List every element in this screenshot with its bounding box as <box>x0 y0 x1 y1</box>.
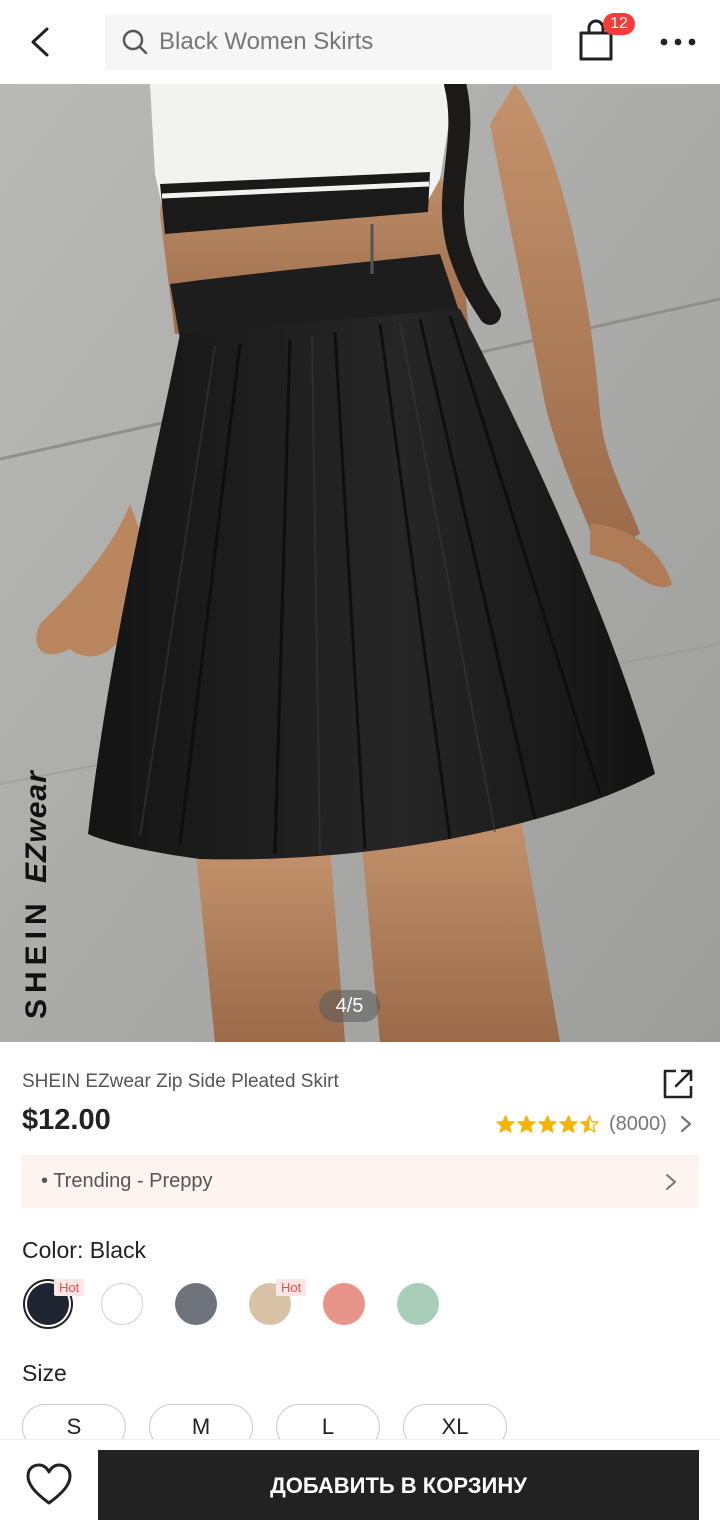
top-bar: Black Women Skirts 12 <box>0 0 720 84</box>
product-title: SHEIN EZwear Zip Side Pleated Skirt <box>22 1071 339 1092</box>
heart-icon <box>26 1463 72 1505</box>
star-full-icon <box>559 1114 578 1133</box>
more-horizontal-icon <box>660 38 696 46</box>
star-half-icon <box>580 1114 599 1133</box>
star-full-icon <box>496 1114 515 1133</box>
chevron-left-icon <box>31 27 49 57</box>
trending-banner[interactable]: • Trending - Preppy <box>21 1155 699 1208</box>
rating-stars <box>496 1114 601 1134</box>
rating-count: (8000) <box>609 1112 667 1135</box>
color-swatch[interactable] <box>397 1283 439 1325</box>
back-button[interactable] <box>18 20 62 64</box>
star-full-icon <box>538 1114 557 1133</box>
share-button[interactable] <box>660 1066 696 1102</box>
search-query-text: Black Women Skirts <box>159 28 374 55</box>
chevron-right-icon <box>680 1115 691 1133</box>
search-input[interactable]: Black Women Skirts <box>105 14 552 70</box>
size-label: Size <box>22 1360 67 1386</box>
brand-watermark-main: SHEIN <box>20 897 53 1019</box>
wishlist-button[interactable] <box>24 1462 74 1508</box>
color-swatch[interactable] <box>323 1283 365 1325</box>
cart-count-badge: 12 <box>603 13 635 35</box>
search-icon <box>122 29 148 55</box>
trending-text: • Trending - Preppy <box>41 1170 213 1192</box>
color-swatch[interactable] <box>101 1283 143 1325</box>
product-price: $12.00 <box>22 1104 111 1136</box>
bottom-action-bar: ДОБАВИТЬ В КОРЗИНУ <box>0 1439 720 1530</box>
share-icon <box>663 1069 693 1099</box>
add-to-cart-button[interactable]: ДОБАВИТЬ В КОРЗИНУ <box>98 1450 699 1520</box>
product-photo <box>0 84 720 1042</box>
more-options-button[interactable] <box>656 26 700 58</box>
color-label: Color: Black <box>22 1237 146 1263</box>
hot-badge: Hot <box>276 1279 307 1296</box>
star-full-icon <box>517 1114 536 1133</box>
product-image-gallery[interactable]: SHEIN EZwear 4/5 <box>0 84 720 1042</box>
chevron-right-icon <box>666 1174 676 1190</box>
hot-badge: Hot <box>54 1279 85 1296</box>
rating-link[interactable]: (8000) <box>496 1110 693 1138</box>
image-page-indicator: 4/5 <box>319 990 380 1022</box>
color-swatch[interactable] <box>175 1283 217 1325</box>
brand-watermark-sub: EZwear <box>20 770 53 883</box>
brand-watermark: SHEIN EZwear <box>20 770 54 1019</box>
